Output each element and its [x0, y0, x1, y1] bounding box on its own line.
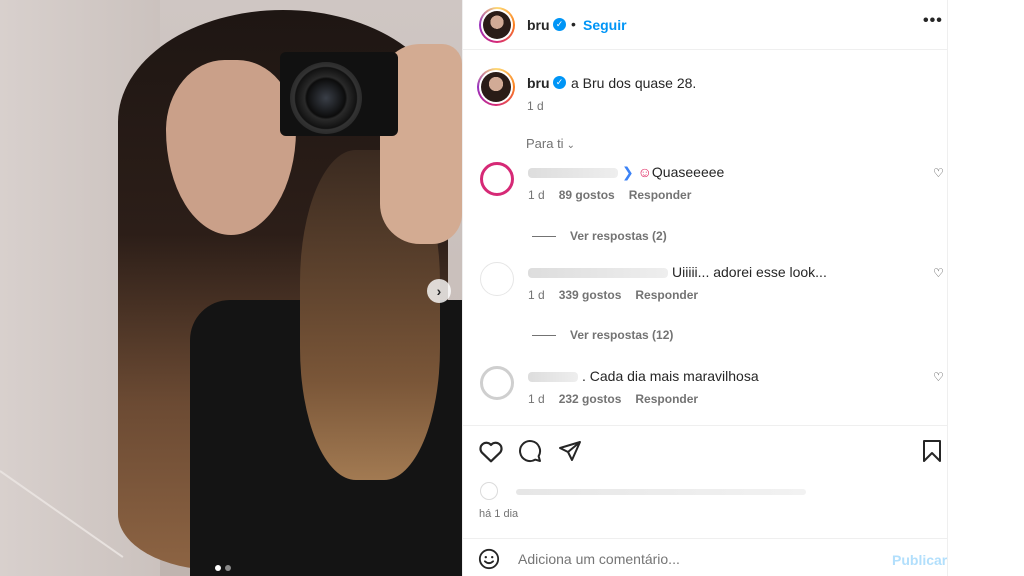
comment-likes[interactable]: 89 gostos	[559, 188, 615, 202]
divider-line	[532, 335, 556, 337]
carousel-dot	[225, 565, 231, 571]
chevron-right-icon: ›	[436, 283, 442, 299]
comment-text: . Cada dia mais maravilhosa	[528, 368, 759, 384]
comment-time[interactable]: 1 d	[528, 392, 545, 406]
page-margin	[948, 0, 1024, 576]
carousel-next-button[interactable]: ›	[427, 279, 451, 303]
comment-avatar[interactable]	[480, 262, 514, 296]
emoji-smiley-icon[interactable]	[478, 548, 500, 575]
comment-item: Uiiiii... adorei esse look... 1 d 339 gos…	[480, 262, 950, 332]
post-header: bru ✓ • Seguir •••	[463, 0, 949, 50]
comment-meta: 1 d 89 gostos Responder	[528, 188, 705, 202]
comment-meta: 1 d 232 gostos Responder	[528, 392, 712, 406]
add-comment-bar: Publicar	[462, 538, 948, 576]
comment-time[interactable]: 1 d	[528, 288, 545, 302]
caption: bru ✓ a Bru dos quase 28. 1 d	[477, 68, 937, 118]
follow-button[interactable]: Seguir	[583, 17, 627, 33]
liked-by-row	[480, 482, 920, 500]
post-photo: ›	[0, 0, 462, 576]
caption-time[interactable]: 1 d	[527, 99, 544, 113]
blurred-liked-by-text	[516, 489, 806, 495]
publish-button[interactable]: Publicar	[892, 552, 947, 568]
header-username[interactable]: bru	[527, 17, 550, 33]
blurred-username	[528, 168, 618, 179]
comment-meta: 1 d 339 gostos Responder	[528, 288, 712, 302]
comment-like-heart-icon[interactable]: ♡	[933, 370, 944, 384]
comment-text: ❯ ☺Quaseeeee	[528, 164, 724, 181]
like-heart-icon[interactable]	[478, 439, 504, 468]
photo-camera	[280, 52, 398, 136]
verified-badge-icon: ✓	[553, 18, 566, 31]
carousel-dots	[215, 565, 231, 571]
view-replies-button[interactable]: Ver respostas (12)	[532, 328, 673, 342]
carousel-dot-active	[215, 565, 221, 571]
comments-filter-dropdown[interactable]: Para ti ⌄	[526, 136, 575, 151]
posted-time[interactable]: há 1 dia	[479, 508, 518, 520]
caption-text: a Bru dos quase 28.	[571, 75, 697, 91]
blurred-username	[528, 372, 578, 383]
comment-input[interactable]	[518, 551, 838, 567]
divider-line	[532, 236, 556, 238]
comment-body: Quaseeeee	[651, 164, 725, 180]
post-actions-bar	[462, 425, 948, 480]
comment-time[interactable]: 1 d	[528, 188, 545, 202]
reply-button[interactable]: Responder	[629, 188, 692, 202]
fire-emoji-icon: ❯	[622, 164, 634, 180]
header-separator: •	[571, 16, 576, 32]
filter-label: Para ti	[526, 136, 564, 151]
caption-avatar[interactable]	[477, 68, 515, 106]
comment-body: Uiiiii... adorei esse look...	[672, 264, 827, 280]
comment-avatar[interactable]	[480, 366, 514, 400]
caption-username[interactable]: bru	[527, 75, 550, 91]
view-replies-button[interactable]: Ver respostas (2)	[532, 229, 667, 243]
comment-item: ❯ ☺Quaseeeee 1 d 89 gostos Responder ♡	[480, 162, 950, 232]
comment-text: Uiiiii... adorei esse look...	[528, 264, 827, 280]
comment-likes[interactable]: 339 gostos	[559, 288, 622, 302]
view-replies-label: Ver respostas (2)	[570, 229, 667, 243]
verified-badge-icon: ✓	[553, 76, 566, 89]
avatar-image	[483, 11, 511, 39]
view-replies-label: Ver respostas (12)	[570, 328, 674, 342]
star-eyes-emoji-icon: ☺	[637, 164, 652, 180]
comment-like-heart-icon[interactable]: ♡	[933, 166, 944, 180]
comment-likes[interactable]: 232 gostos	[559, 392, 622, 406]
blurred-username	[528, 268, 668, 279]
comment-body: . Cada dia mais maravilhosa	[582, 368, 759, 384]
camera-lens	[290, 62, 362, 134]
more-options-icon[interactable]: •••	[923, 12, 943, 30]
liked-by-avatar[interactable]	[480, 482, 498, 500]
comment-bubble-icon[interactable]	[518, 439, 542, 468]
comment-like-heart-icon[interactable]: ♡	[933, 266, 944, 280]
reply-button[interactable]: Responder	[635, 288, 698, 302]
share-send-icon[interactable]	[558, 439, 582, 468]
save-bookmark-icon[interactable]	[922, 439, 942, 468]
comment-avatar[interactable]	[480, 162, 514, 196]
header-avatar[interactable]	[479, 7, 515, 43]
reply-button[interactable]: Responder	[635, 392, 698, 406]
chevron-down-icon: ⌄	[566, 140, 575, 151]
avatar-image	[481, 72, 511, 102]
